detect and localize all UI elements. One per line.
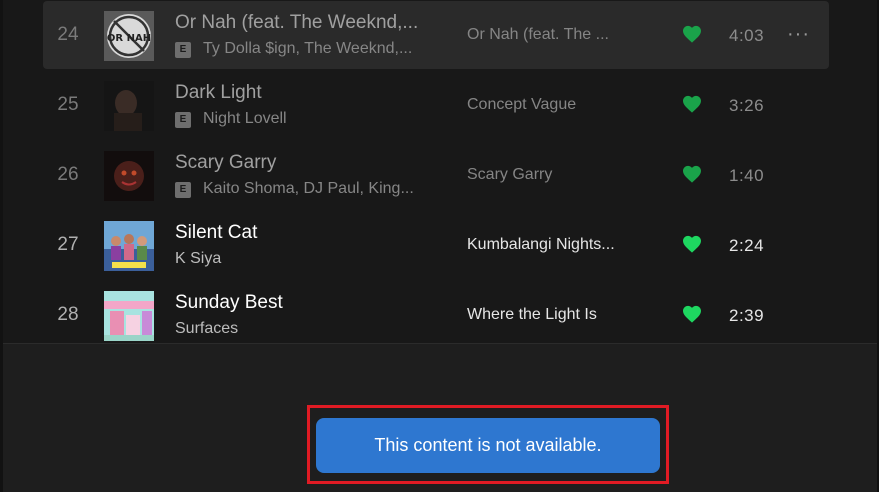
album-cover: OR NAH [104, 11, 154, 61]
track-row[interactable]: 26 Scary Garry E Kaito Shoma, DJ Paul, Ki… [43, 141, 829, 209]
track-row[interactable]: 25 Dark Light E Night Lovell Concept Vagu… [43, 71, 829, 139]
explicit-badge: E [175, 112, 191, 128]
player-bar-divider [3, 343, 877, 344]
track-row[interactable]: 27 Silent Cat K Siya Kumbalangi Nights..… [43, 211, 829, 279]
track-number: 28 [57, 304, 79, 325]
more-options-icon[interactable]: ··· [787, 23, 810, 46]
track-row[interactable]: 24 OR NAH Or Nah (feat. The Weeknd,... E… [43, 1, 829, 69]
album-cover [104, 151, 154, 201]
heart-icon[interactable] [682, 25, 702, 43]
tracklist: 24 OR NAH Or Nah (feat. The Weeknd,... E… [3, 0, 877, 343]
track-artists[interactable]: Ty Dolla $ign, The Weeknd,... [203, 40, 412, 57]
track-title[interactable]: Or Nah (feat. The Weeknd,... [175, 12, 418, 34]
track-artists[interactable]: Surfaces [175, 320, 238, 338]
track-number: 24 [57, 24, 79, 45]
track-title[interactable]: Dark Light [175, 82, 262, 104]
track-title[interactable]: Sunday Best [175, 292, 283, 314]
track-album[interactable]: Kumbalangi Nights... [467, 236, 615, 254]
app-window: 24 OR NAH Or Nah (feat. The Weeknd,... E… [0, 0, 879, 492]
album-cover [104, 291, 154, 341]
heart-icon[interactable] [682, 95, 702, 113]
album-cover [104, 81, 154, 131]
track-number: 26 [57, 164, 79, 185]
track-artists[interactable]: Night Lovell [203, 110, 287, 127]
track-artists-line: E Ty Dolla $ign, The Weeknd,... [175, 40, 412, 58]
track-number: 25 [57, 94, 79, 115]
unavailable-toast: This content is not available. [316, 418, 660, 473]
track-title[interactable]: Scary Garry [175, 152, 276, 174]
track-album[interactable]: Or Nah (feat. The ... [467, 26, 609, 44]
track-artists-line: E Kaito Shoma, DJ Paul, King... [175, 180, 414, 198]
track-duration: 1:40 [729, 166, 765, 185]
album-cover [104, 221, 154, 271]
heart-icon[interactable] [682, 305, 702, 323]
track-artists[interactable]: Kaito Shoma, DJ Paul, King... [203, 180, 414, 197]
track-title[interactable]: Silent Cat [175, 222, 257, 244]
track-album[interactable]: Scary Garry [467, 166, 552, 184]
explicit-badge: E [175, 42, 191, 58]
track-duration: 4:03 [729, 26, 765, 45]
track-artists-line: E Night Lovell [175, 110, 287, 128]
heart-icon[interactable] [682, 235, 702, 253]
track-number: 27 [57, 234, 79, 255]
track-duration: 3:26 [729, 96, 765, 115]
track-duration: 2:24 [729, 236, 765, 255]
track-row[interactable]: 28 Sunday Best Surfaces Where the Light … [43, 281, 829, 349]
explicit-badge: E [175, 182, 191, 198]
cover-logo-text: OR NAH [107, 33, 151, 44]
track-album[interactable]: Where the Light Is [467, 306, 597, 324]
track-artists[interactable]: K Siya [175, 250, 221, 268]
track-album[interactable]: Concept Vague [467, 96, 576, 114]
track-duration: 2:39 [729, 306, 765, 325]
heart-icon[interactable] [682, 165, 702, 183]
